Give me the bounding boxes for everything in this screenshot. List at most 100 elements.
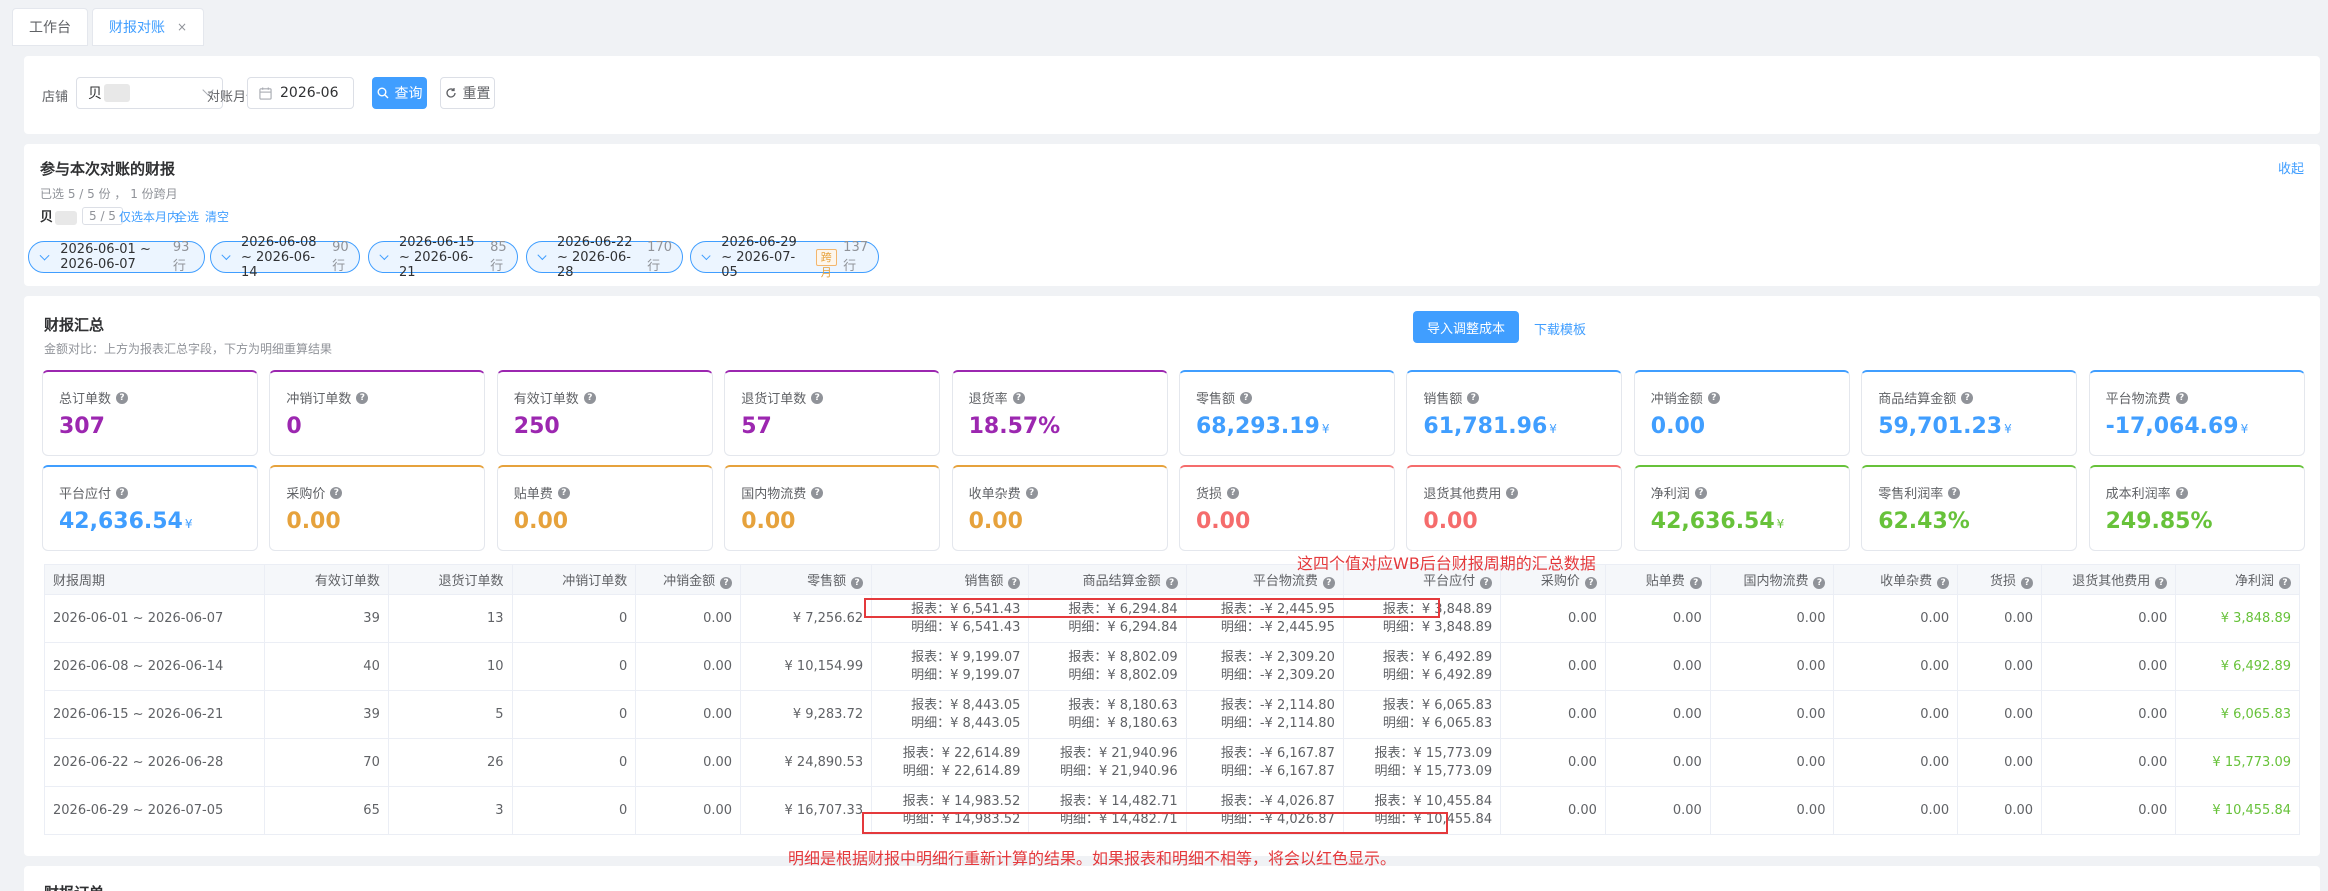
table-cell: 0.00 [1709, 690, 1835, 739]
help-icon[interactable]: ? [1227, 486, 1240, 499]
import-cost-button[interactable]: 导入调整成本 [1413, 311, 1519, 343]
close-icon[interactable]: × [177, 20, 187, 34]
stat-value: 57 [741, 414, 772, 439]
help-icon[interactable]: ? [1937, 577, 1950, 589]
period-chip[interactable]: 2026-06-01 ~ 2026-06-07 93 行 [28, 240, 205, 274]
table-cell: 报表：¥ 9,199.07 明细：¥ 9,199.07 [871, 642, 1030, 691]
help-icon[interactable]: ? [1322, 577, 1335, 589]
help-icon[interactable]: ? [1584, 577, 1597, 589]
stat-card: 货损? 0.00 [1179, 465, 1395, 551]
help-icon[interactable]: ? [2175, 391, 2188, 404]
table-cell: 0.00 [1604, 594, 1711, 643]
column-header: 有效订单数 [264, 564, 389, 595]
month-picker[interactable]: 2026-06 [247, 77, 354, 109]
detail-value: 明细：-¥ 6,167.87 [1220, 763, 1335, 779]
help-icon[interactable]: ? [1012, 391, 1025, 404]
help-icon[interactable]: ? [811, 391, 824, 404]
help-icon[interactable]: ? [1240, 391, 1253, 404]
tab-bar: 工作台 财报对账 × [0, 0, 2328, 46]
help-icon[interactable]: ? [1694, 486, 1707, 499]
period-chip[interactable]: 2026-06-15 ~ 2026-06-21 85 行 [368, 235, 518, 280]
stat-value-text: 0.00 [968, 509, 1023, 534]
detail-value: 明细：¥ 21,940.96 [1060, 763, 1178, 779]
help-icon[interactable]: ? [1165, 577, 1178, 589]
report-value: 报表：-¥ 6,167.87 [1220, 745, 1335, 761]
stat-card: 退货率? 18.57% [951, 370, 1168, 456]
shop-select[interactable]: 贝 [76, 77, 223, 109]
help-icon[interactable]: ? [1961, 391, 1974, 404]
tab-workbench[interactable]: 工作台 [12, 8, 88, 46]
help-icon[interactable]: ? [330, 486, 343, 499]
report-value: 报表：-¥ 4,026.87 [1220, 793, 1335, 809]
clear-link[interactable]: 清空 [205, 208, 229, 225]
period-range: 2026-06-29 ~ 2026-07-05 [721, 234, 797, 280]
only-month-link[interactable]: 仅选本月内 [119, 208, 179, 225]
help-icon[interactable]: ? [583, 391, 596, 404]
help-icon[interactable]: ? [2279, 577, 2291, 589]
help-icon[interactable]: ? [116, 391, 129, 404]
help-icon[interactable]: ? [1506, 486, 1519, 499]
table-cell: 0.00 [1500, 642, 1606, 691]
annotation-top-text: 这四个值对应WB后台财报周期的汇总数据 [1297, 554, 1596, 573]
period-rows: 85 行 [490, 240, 507, 274]
period-chip[interactable]: 2026-06-22 ~ 2026-06-28 170 行 [526, 235, 683, 280]
period-rows: 170 行 [647, 240, 672, 274]
period-chip[interactable]: 2026-06-29 ~ 2026-07-05 跨月 137 行 [690, 235, 879, 280]
annotation-box-bottom [862, 812, 1448, 834]
help-icon[interactable]: ? [356, 391, 369, 404]
table-cell: 0 [511, 690, 637, 739]
report-value: 报表：¥ 14,983.52 [902, 793, 1021, 809]
currency-symbol: ¥ [2004, 422, 2012, 436]
help-icon[interactable]: ? [1707, 391, 1720, 404]
table-cell: 报表：¥ 15,773.09 明细：¥ 15,773.09 [1342, 738, 1502, 787]
detail-value: 明细：¥ 22,614.89 [902, 763, 1021, 779]
search-button[interactable]: 查询 [372, 77, 427, 109]
stat-value: 0.00 [1651, 414, 1705, 439]
period-range: 2026-06-01 ~ 2026-06-07 [60, 242, 151, 272]
table-cell: 0.00 [1500, 738, 1606, 787]
help-icon[interactable]: ? [1008, 577, 1021, 589]
table-cell: 0 [511, 594, 637, 643]
column-header-label: 退货其他费用 [2072, 574, 2151, 589]
table-cell: ¥ 10,455.84 [2175, 786, 2300, 835]
help-icon[interactable]: ? [1948, 486, 1961, 499]
currency-symbol: ¥ [184, 517, 193, 531]
collapse-link[interactable]: 收起 [2278, 158, 2304, 177]
import-cost-label: 导入调整成本 [1426, 321, 1505, 337]
stat-value-text: 0 [286, 414, 302, 439]
table-cell: 70 [264, 738, 389, 787]
help-icon[interactable]: ? [116, 486, 129, 499]
table-cell: 0.00 [1957, 594, 2043, 643]
stat-value: 249.85% [2106, 509, 2213, 534]
tab-report-reconcile[interactable]: 财报对账 × [92, 8, 205, 46]
help-icon[interactable]: ? [557, 486, 570, 499]
select-all-link[interactable]: 全选 [175, 208, 199, 225]
stat-label-text: 商品结算金额 [1878, 392, 1957, 407]
help-icon[interactable]: ? [2021, 577, 2034, 589]
help-icon[interactable]: ? [1689, 577, 1702, 589]
help-icon[interactable]: ? [2155, 577, 2168, 589]
help-icon[interactable]: ? [851, 577, 864, 589]
column-header-label: 退货订单数 [438, 574, 504, 589]
help-icon[interactable]: ? [1467, 391, 1480, 404]
stat-label-text: 总订单数 [59, 392, 112, 407]
download-template-link[interactable]: 下载模板 [1534, 319, 1586, 338]
summary-panel: 财报汇总 金额对比：上方为报表汇总字段，下方为明细重算结果 导入调整成本 下载模… [24, 296, 2320, 856]
help-icon[interactable]: ? [1813, 577, 1826, 589]
reset-button[interactable]: 重置 [440, 77, 495, 109]
stat-value-text: 249.85% [2105, 509, 2213, 534]
help-icon[interactable]: ? [720, 577, 733, 589]
stat-label-text: 销售额 [1423, 392, 1463, 407]
period-chip[interactable]: 2026-06-08 ~ 2026-06-14 90 行 [210, 235, 360, 280]
currency-symbol: ¥ [1549, 422, 1557, 436]
detail-value: 明细：¥ 6,541.43 [911, 619, 1021, 635]
stat-label-text: 净利润 [1650, 487, 1690, 502]
table-cell: ¥ 24,890.53 [740, 738, 873, 787]
stat-label-text: 成本利润率 [2105, 487, 2171, 502]
help-icon[interactable]: ? [811, 486, 824, 499]
help-icon[interactable]: ? [1025, 486, 1038, 499]
help-icon[interactable]: ? [1480, 577, 1493, 589]
stat-value-text: 42,636.54 [59, 509, 183, 534]
help-icon[interactable]: ? [2175, 486, 2188, 499]
stat-value: 0.00 [1423, 509, 1477, 534]
